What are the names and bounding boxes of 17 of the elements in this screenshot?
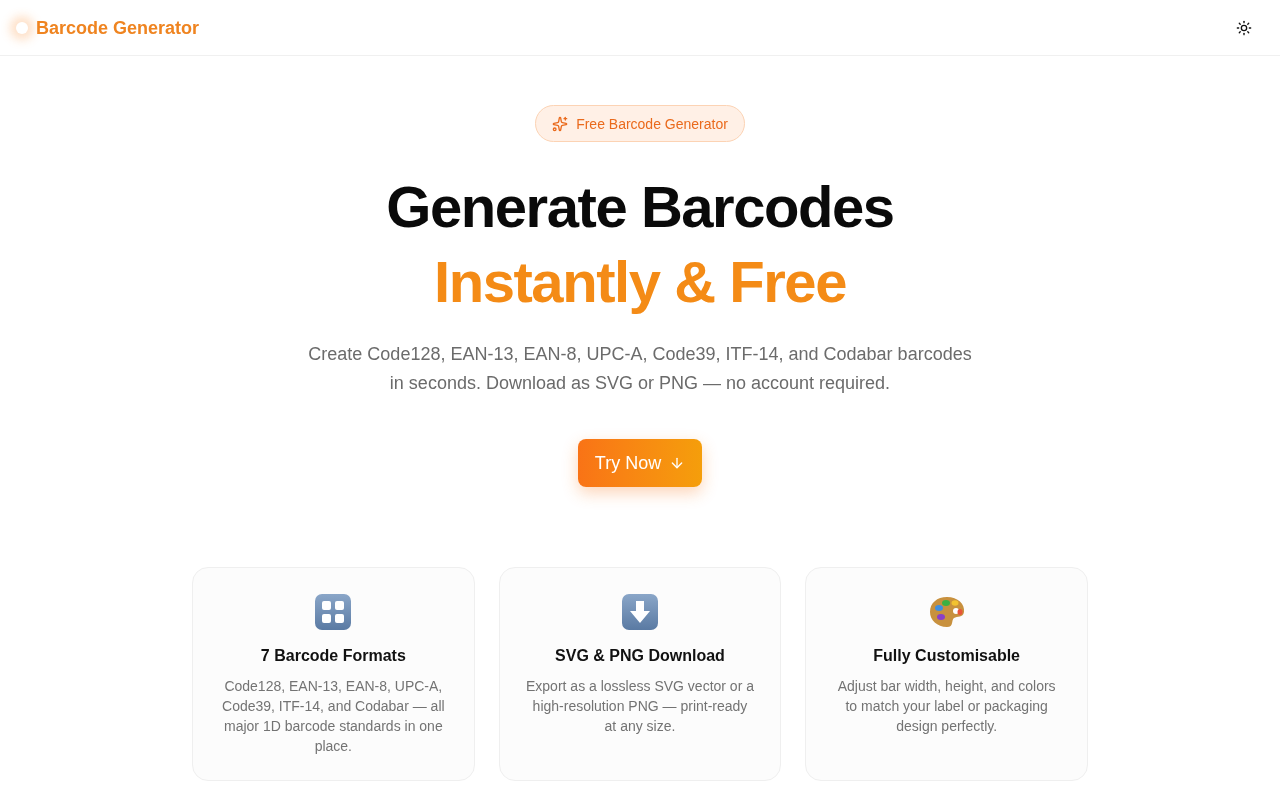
feature-title: Fully Customisable xyxy=(873,646,1020,666)
feature-description: Adjust bar width, height, and colors to match your label or packaging design perfectly. xyxy=(836,677,1057,736)
down-arrow-tile-icon xyxy=(622,594,658,630)
hero-description: Create Code128, EAN-13, EAN-8, UPC-A, Code39, ITF-14, and Codabar barcodes in seconds. Download as SVG or PNG — no account required. xyxy=(307,343,973,395)
try-now-button[interactable]: Try Now xyxy=(577,439,703,487)
hero-subtitle: Instantly & Free xyxy=(434,248,846,316)
badge-text: Free Barcode Generator xyxy=(576,114,728,134)
feature-title: SVG & PNG Download xyxy=(555,646,725,666)
grid-tile-icon xyxy=(315,594,352,630)
hero-title: Generate Barcodes xyxy=(386,173,894,241)
paint-palette-icon xyxy=(928,596,965,628)
sun-icon xyxy=(1236,19,1252,36)
feature-description: Export as a lossless SVG vector or a high-resolution PNG — print-ready at any size. xyxy=(525,677,755,736)
brand-title: Barcode Generator xyxy=(36,16,200,40)
sparkles-icon xyxy=(552,115,569,132)
feature-title: 7 Barcode Formats xyxy=(260,646,406,666)
feature-description: Code128, EAN-13, EAN-8, UPC-A, Code39, ITF-14, and Codabar — all major 1D barcode standards in one place. xyxy=(221,677,446,756)
